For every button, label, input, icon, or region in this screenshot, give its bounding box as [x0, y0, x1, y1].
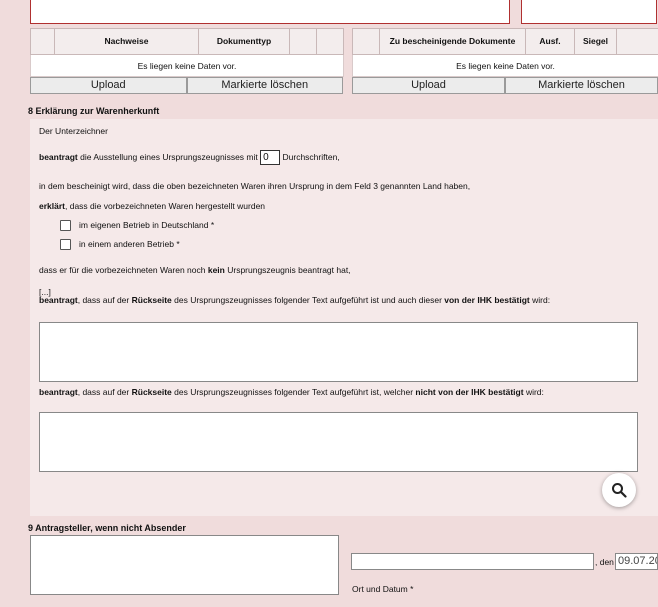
column-header-dokumenttyp[interactable]: Dokumenttyp	[198, 28, 290, 55]
upload-button[interactable]: Upload	[30, 77, 187, 94]
text: wird:	[529, 295, 551, 305]
bold-text: Rückseite	[131, 295, 172, 305]
text: , dass auf der	[77, 295, 132, 305]
place-date-label: Ort und Datum *	[352, 584, 414, 594]
statement-line-2: beantragt die Ausstellung eines Ursprung…	[39, 150, 340, 165]
bold-text: beantragt	[39, 295, 78, 305]
text: , dass auf der	[77, 387, 132, 397]
column-header-nachweise[interactable]: Nachweise	[54, 28, 199, 55]
checkbox-anderer-betrieb[interactable]	[60, 239, 71, 251]
section-9-title: 9 Antragsteller, wenn nicht Absender	[28, 523, 186, 533]
statement-line-1: Der Unterzeichner	[39, 126, 108, 136]
statement-text: Durchschriften,	[282, 151, 340, 162]
textarea-ihk-confirmed[interactable]	[39, 322, 638, 382]
text: wird:	[523, 387, 544, 397]
top-textarea-right[interactable]	[521, 0, 657, 24]
text: des Ursprungszeugnisses folgender Text a…	[171, 387, 416, 397]
statement-text: die Ausstellung eines Ursprungszeugnisse…	[77, 151, 258, 162]
delete-marked-button[interactable]: Markierte löschen	[186, 77, 343, 94]
checkbox-row-anderer-betrieb[interactable]: in einem anderen Betrieb *	[60, 239, 180, 251]
statement-text: dass er für die vorbezeichneten Waren no…	[39, 265, 208, 275]
den-label: , den	[595, 557, 614, 567]
search-button[interactable]	[602, 473, 636, 507]
request-ihk-not-confirmed-label: beantragt, dass auf der Rückseite des Ur…	[39, 388, 639, 397]
select-column-header	[352, 28, 380, 55]
checkbox-row-eigener-betrieb[interactable]: im eigenen Betrieb in Deutschland *	[60, 220, 215, 232]
statement-bold-kein: kein	[207, 265, 225, 275]
bold-text: beantragt	[39, 387, 78, 397]
dokumente-table: Zu bescheinigende Dokumente Ausf. Siegel…	[352, 28, 658, 94]
statement-bold-beantragt: beantragt	[39, 151, 78, 162]
statement-line-4: erklärt, dass die vorbezeichneten Waren …	[39, 201, 265, 211]
delete-marked-button[interactable]: Markierte löschen	[505, 77, 658, 94]
column-header-extra	[616, 28, 658, 55]
request-ihk-confirmed-label: beantragt, dass auf der Rückseite des Ur…	[39, 296, 639, 305]
column-header-extra	[289, 28, 317, 55]
statement-text: , dass die vorbezeichneten Waren hergest…	[65, 201, 266, 211]
statement-line-3: in dem bescheinigt wird, dass die oben b…	[39, 181, 471, 191]
select-column-header	[30, 28, 55, 55]
bold-text: von der IHK bestätigt	[444, 295, 530, 305]
applicant-textarea[interactable]	[30, 535, 339, 595]
nachweise-table: Nachweise Dokumenttyp Es liegen keine Da…	[30, 28, 344, 94]
checkbox-label: in einem anderen Betrieb *	[79, 239, 180, 249]
top-textarea-left[interactable]	[30, 0, 510, 24]
bold-text: Rückseite	[131, 387, 172, 397]
section-8-title: 8 Erklärung zur Warenherkunft	[28, 106, 160, 116]
textarea-ihk-not-confirmed[interactable]	[39, 412, 638, 472]
statement-line-5: dass er für die vorbezeichneten Waren no…	[39, 265, 351, 275]
empty-table-message: Es liegen keine Daten vor.	[30, 54, 344, 77]
column-header-siegel[interactable]: Siegel	[574, 28, 617, 55]
search-icon	[612, 483, 627, 498]
checkbox-eigener-betrieb[interactable]	[60, 220, 71, 232]
column-header-extra	[316, 28, 344, 55]
date-input[interactable]: 09.07.2019	[615, 553, 658, 570]
upload-button[interactable]: Upload	[352, 77, 505, 94]
text: des Ursprungszeugnisses folgender Text a…	[171, 295, 445, 305]
column-header-ausf[interactable]: Ausf.	[525, 28, 575, 55]
checkbox-label: im eigenen Betrieb in Deutschland *	[79, 220, 215, 230]
column-header-zu-bescheinigende-dokumente[interactable]: Zu bescheinigende Dokumente	[379, 28, 526, 55]
copies-input[interactable]: 0	[260, 150, 281, 165]
empty-table-message: Es liegen keine Daten vor.	[352, 54, 658, 77]
place-input[interactable]	[351, 553, 594, 570]
statement-bold-erklaert: erklärt	[39, 201, 65, 211]
statement-text: Ursprungszeugnis beantragt hat,	[224, 265, 351, 275]
bold-text: nicht von der IHK bestätigt	[415, 387, 524, 397]
